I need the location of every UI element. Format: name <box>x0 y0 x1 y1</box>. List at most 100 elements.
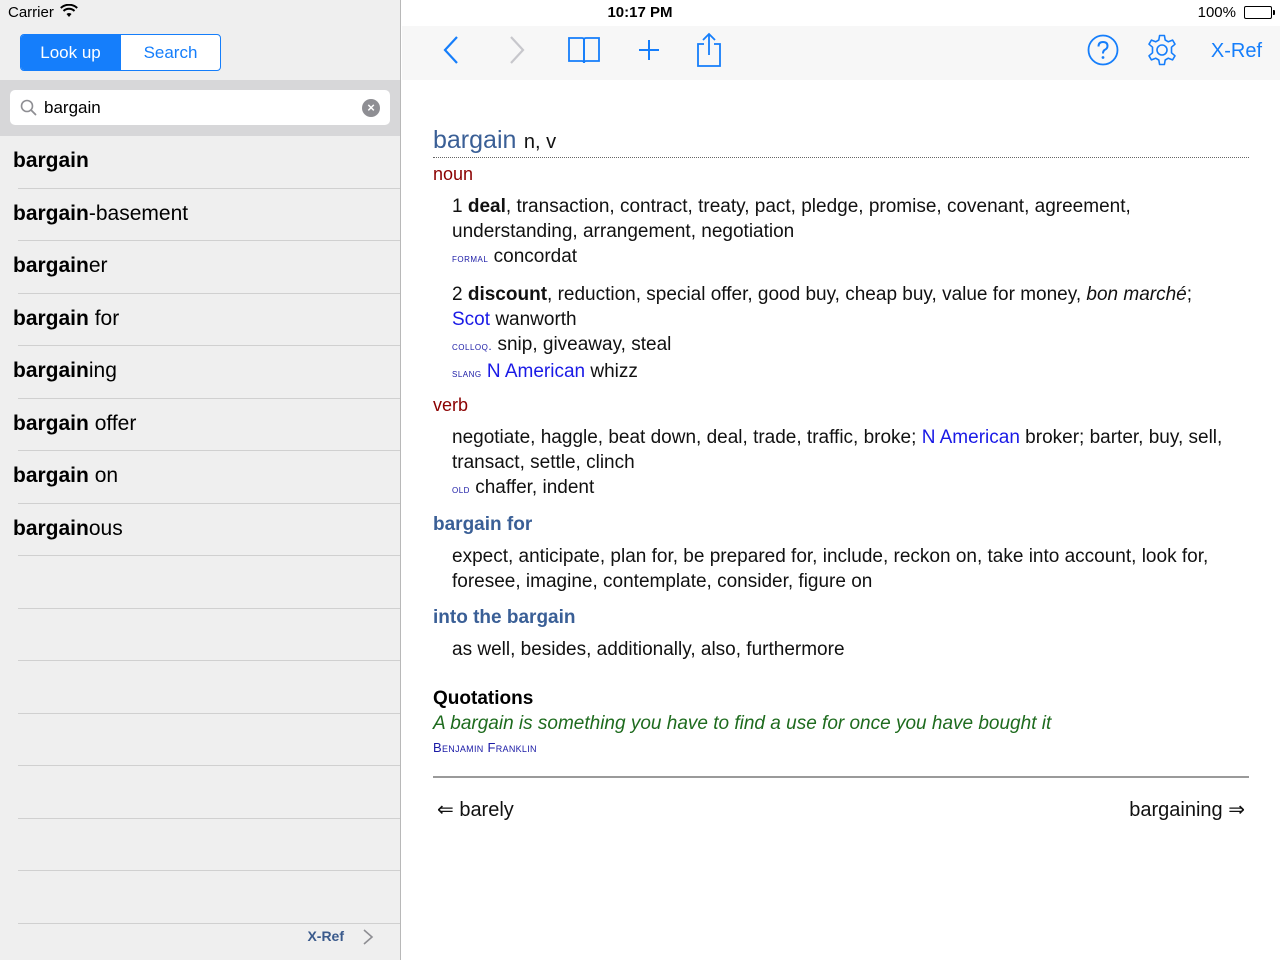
result-match: bargain <box>13 516 89 540</box>
headword-line: bargain n, v <box>433 126 1249 158</box>
phrase-bargain-for: bargain for <box>433 514 533 535</box>
register-label: colloq. <box>452 339 493 353</box>
xref-button[interactable]: X-Ref <box>1211 40 1262 63</box>
result-item[interactable]: bargain on <box>13 451 400 504</box>
previous-entry-link[interactable]: ⇐ barely <box>437 797 514 822</box>
phrase-into-the-bargain: into the bargain <box>433 607 576 628</box>
result-match: bargain <box>13 254 89 277</box>
result-suffix: offer <box>88 411 137 435</box>
register-label: old <box>452 482 470 496</box>
foreign-phrase: bon marché <box>1086 284 1187 305</box>
result-match: bargain <box>13 411 89 435</box>
sense-number: 1 <box>452 196 463 217</box>
settings-button[interactable] <box>1144 32 1180 72</box>
result-item[interactable]: bargaining <box>13 346 400 399</box>
mode-segmented-control: Look up Search <box>20 34 221 71</box>
sense-keyword: discount <box>467 284 548 305</box>
segment-look-up[interactable]: Look up <box>21 35 120 70</box>
verb-sense: negotiate, haggle, beat down, deal, trad… <box>452 425 1249 502</box>
result-item[interactable]: bargainous <box>13 504 400 556</box>
result-match: bargain <box>13 359 89 382</box>
divider <box>433 776 1249 778</box>
sidebar-footer: X-Ref <box>0 922 400 960</box>
empty-row <box>18 819 400 871</box>
region-label: N American <box>921 427 1020 448</box>
phrase-bargain-for-synonyms: expect, anticipate, plan for, be prepare… <box>452 546 1209 592</box>
result-suffix: er <box>88 254 108 277</box>
segment-search[interactable]: Search <box>120 35 220 70</box>
result-suffix: for <box>88 306 120 330</box>
help-icon <box>1087 34 1119 71</box>
sense-synonyms: , reduction, special offer, good buy, ch… <box>547 284 1087 305</box>
bookmarks-button[interactable] <box>566 32 602 72</box>
help-button[interactable] <box>1086 32 1120 72</box>
result-list: bargain bargain-basement bargainer barga… <box>0 136 400 924</box>
forward-button[interactable] <box>502 32 532 72</box>
quotations-title: Quotations <box>433 688 534 709</box>
register-label: formal <box>452 251 489 265</box>
sense-synonyms: , transaction, contract, treaty, pact, p… <box>452 196 1131 242</box>
result-match: bargain <box>13 306 89 330</box>
result-match: bargain <box>13 201 89 225</box>
empty-row <box>18 556 400 609</box>
result-item[interactable]: bargain-basement <box>13 189 400 241</box>
phrase-into-the-bargain-synonyms: as well, besides, additionally, also, fu… <box>452 639 845 660</box>
region-label: N American <box>486 361 586 382</box>
search-input[interactable] <box>44 90 354 125</box>
result-suffix: ing <box>88 359 117 382</box>
sense-number: 2 <box>452 284 463 305</box>
quote-author: Benjamin Franklin <box>433 740 537 755</box>
entry-content: bargain n, v noun 1 deal, transaction, c… <box>433 80 1249 960</box>
verb-label: verb <box>433 395 469 415</box>
search-icon <box>20 99 37 121</box>
sense-synonyms: negotiate, haggle, beat down, deal, trad… <box>452 427 922 448</box>
register-synonyms: snip, giveaway, steal <box>497 334 672 355</box>
region-label: Scot <box>452 309 491 330</box>
empty-row <box>18 871 400 924</box>
empty-row <box>18 661 400 714</box>
battery-icon <box>1244 6 1275 19</box>
book-icon <box>567 35 601 70</box>
empty-row <box>18 609 400 661</box>
result-suffix: ous <box>88 516 123 540</box>
result-suffix: -basement <box>88 201 189 225</box>
back-button[interactable] <box>436 32 466 72</box>
result-item[interactable]: bargainer <box>13 241 400 294</box>
register-synonyms: whizz <box>590 361 638 382</box>
share-icon <box>695 32 723 73</box>
clear-search-icon[interactable]: × <box>362 99 380 117</box>
sidebar: Look up Search × bargain bargain-basemen… <box>0 0 401 960</box>
separator: ; <box>1186 284 1193 305</box>
chevron-right-icon <box>508 35 526 70</box>
xref-footer-link[interactable]: X-Ref <box>307 928 344 944</box>
plus-icon <box>637 38 661 67</box>
status-time: 10:17 PM <box>607 4 673 21</box>
gear-icon <box>1145 33 1179 72</box>
register-synonyms: chaffer, indent <box>475 477 595 498</box>
empty-row <box>18 766 400 819</box>
sense-2: 2 discount, reduction, special offer, go… <box>452 282 1249 386</box>
sense-keyword: deal <box>467 196 506 217</box>
next-entry-link[interactable]: bargaining ⇒ <box>1129 797 1245 822</box>
add-button[interactable] <box>634 32 664 72</box>
result-item[interactable]: bargain for <box>13 294 400 346</box>
sense-1: 1 deal, transaction, contract, treaty, p… <box>452 194 1249 271</box>
result-item[interactable]: bargain <box>13 136 400 189</box>
region-synonyms: wanworth <box>495 309 577 330</box>
result-match: bargain <box>13 464 89 487</box>
chevron-left-icon <box>442 35 460 70</box>
chevron-right-icon[interactable] <box>362 928 374 951</box>
register-label: slang <box>452 366 482 380</box>
register-synonyms: concordat <box>493 246 578 267</box>
noun-label: noun <box>433 164 474 184</box>
status-bar: Carrier 10:17 PM 100% <box>0 0 1280 26</box>
result-item[interactable]: bargain offer <box>13 399 400 451</box>
share-button[interactable] <box>694 32 724 72</box>
search-field-container: × <box>10 90 390 125</box>
quote-text: A bargain is something you have to find … <box>433 713 1052 734</box>
empty-row <box>18 714 400 766</box>
toolbar: X-Ref <box>402 26 1280 80</box>
part-of-speech: n, v <box>523 131 557 153</box>
search-bar: × <box>0 80 400 136</box>
result-match: bargain <box>13 149 89 172</box>
